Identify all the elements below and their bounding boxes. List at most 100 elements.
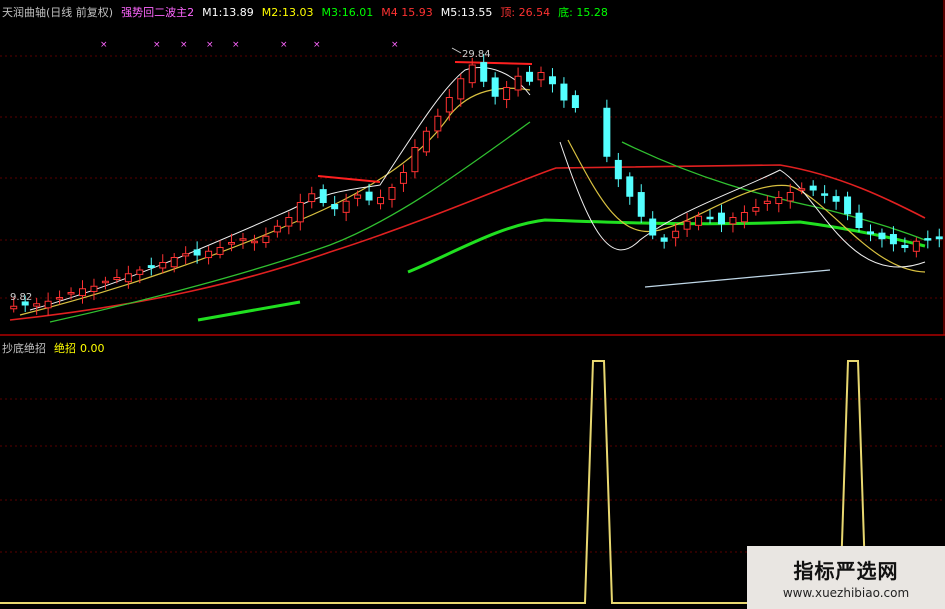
candle-body	[445, 97, 453, 113]
candle-body	[603, 107, 611, 157]
sub-series-value: 0.00	[80, 342, 105, 355]
sub-indicator-name: 抄底绝招	[2, 342, 46, 355]
signal-mark: ×	[313, 40, 321, 50]
candle-body	[342, 200, 350, 213]
candle-body	[422, 130, 430, 153]
candle-body	[296, 202, 304, 223]
watermark-title: 指标严选网	[793, 559, 899, 583]
candle-body	[786, 192, 794, 202]
candle-body	[354, 194, 362, 199]
candle-body	[457, 78, 465, 100]
bottom-readout: 底: 15.28	[558, 6, 608, 19]
candle-body	[285, 217, 293, 227]
candle-body	[434, 115, 442, 132]
candle-body	[331, 204, 339, 210]
candle-body	[912, 240, 920, 252]
candle-body	[901, 244, 909, 248]
high-price-label: 29.84	[462, 49, 491, 60]
candle-body	[571, 95, 579, 109]
candle-body	[228, 242, 236, 245]
m1-readout: M1:13.89	[202, 6, 254, 19]
candle-body	[388, 187, 396, 200]
m5-readout: M5:13.55	[440, 6, 493, 19]
candle-body	[365, 191, 373, 201]
candle-body	[672, 230, 680, 239]
candle-body	[683, 220, 691, 230]
candle-body	[10, 305, 18, 310]
candle-body	[763, 200, 771, 204]
candle-body	[101, 280, 109, 284]
candle-body	[491, 77, 499, 97]
candle-body	[480, 62, 488, 82]
candle-body	[147, 265, 155, 269]
candle-body	[377, 197, 385, 205]
m3-line-2	[621, 141, 926, 241]
m2-readout: M2:13.03	[261, 6, 314, 19]
signal-mark: ×	[391, 40, 399, 50]
candle-body	[626, 176, 634, 197]
candle-body	[411, 147, 419, 173]
candle-body	[262, 235, 270, 244]
candle-body	[637, 192, 645, 217]
candle-body	[44, 300, 52, 309]
candle-body	[809, 185, 817, 191]
candle-body	[752, 207, 760, 212]
candle-body	[924, 238, 932, 241]
top-readout: 顶: 26.54	[500, 6, 551, 19]
m2-line	[19, 87, 531, 316]
signal-markers: × × × × × × × ×	[100, 40, 399, 50]
top-line	[9, 164, 926, 321]
low-price-label: 9.82	[10, 292, 32, 303]
candle-body	[660, 237, 668, 242]
candle-body	[319, 189, 327, 203]
candle-body	[706, 216, 714, 220]
candle-body	[832, 196, 840, 202]
candle-body	[113, 277, 121, 281]
signal-mark: ×	[206, 40, 214, 50]
candle-body	[239, 238, 247, 241]
candle-body	[159, 262, 167, 269]
red-flat-line	[317, 61, 533, 183]
watermark: 指标严选网 www.xuezhibiao.com	[747, 546, 945, 609]
main-chart-header: 天润曲轴(日线 前复权) 强势回二波主2 M1:13.89 M2:13.03 M…	[2, 5, 608, 21]
candle-body	[889, 234, 897, 245]
candle-body	[866, 231, 874, 235]
candle-body	[193, 249, 201, 256]
m2-line-2	[567, 139, 926, 273]
candle-body	[821, 193, 829, 196]
candle-body	[717, 212, 725, 225]
candle-body	[537, 72, 545, 81]
candle-body	[614, 159, 622, 180]
candle-body	[649, 218, 657, 236]
candle-body	[182, 253, 190, 257]
candle-body	[775, 197, 783, 205]
candle-body	[526, 71, 534, 82]
signal-mark: ×	[153, 40, 161, 50]
candle-body	[67, 292, 75, 295]
candle-body	[740, 212, 748, 223]
candle-body	[468, 64, 476, 84]
candle-body	[935, 236, 943, 240]
candle-body	[308, 193, 316, 203]
m3-readout: M3:16.01	[321, 6, 374, 19]
candle-body	[560, 83, 568, 101]
stock-chart[interactable]: × × × × × × × × 29.84 9.82	[0, 0, 945, 609]
candle-body	[729, 217, 737, 225]
signal-mark: ×	[280, 40, 288, 50]
high-price-pointer	[451, 47, 462, 54]
candle-body	[90, 285, 98, 292]
stock-title: 天润曲轴(日线 前复权)	[2, 6, 114, 19]
candle-body	[33, 303, 41, 307]
signal-mark: ×	[180, 40, 188, 50]
m5-line	[644, 269, 831, 288]
candle-body	[503, 87, 511, 101]
candle-body	[56, 297, 64, 300]
candle-body	[844, 196, 852, 215]
candle-body	[798, 188, 806, 191]
candle-body	[250, 240, 258, 244]
sub-chart-header: 抄底绝招 绝招 0.00	[2, 341, 105, 357]
candle-body	[79, 288, 87, 297]
candle-body	[216, 247, 224, 255]
indicator-name: 强势回二波主2	[121, 6, 195, 19]
candle-body	[273, 225, 281, 233]
